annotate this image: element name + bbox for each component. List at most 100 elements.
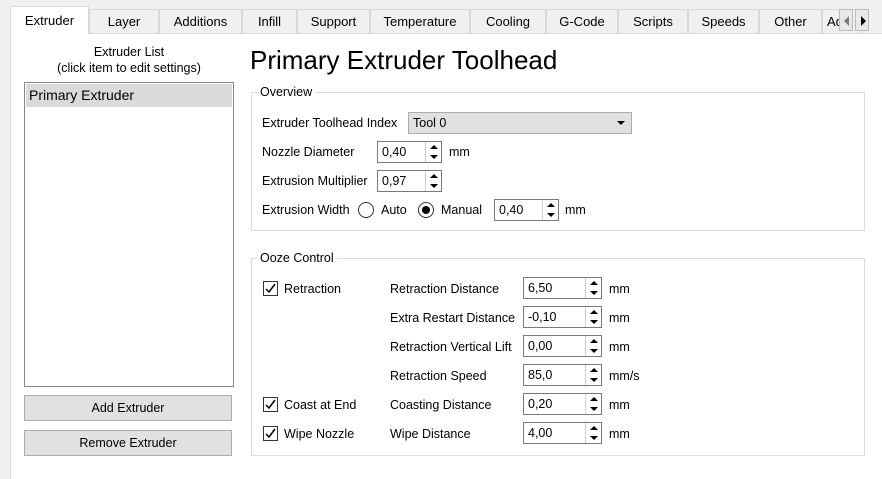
spin-down-icon — [430, 155, 438, 159]
extruder-list[interactable]: Primary Extruder — [24, 82, 234, 387]
ooze-control-group-title: Ooze Control — [257, 251, 337, 265]
tab-cooling[interactable]: Cooling — [470, 9, 546, 34]
spin-down-icon — [590, 407, 598, 411]
add-extruder-button[interactable]: Add Extruder — [24, 395, 232, 421]
retraction-vertical-lift-label: Retraction Vertical Lift — [390, 340, 512, 354]
wipe-distance-label: Wipe Distance — [390, 427, 471, 441]
dropdown-arrow-icon — [617, 121, 625, 125]
tab-support[interactable]: Support — [297, 9, 370, 34]
retraction-distance-unit: mm — [609, 282, 630, 296]
retraction-checkbox[interactable] — [263, 281, 278, 296]
coasting-distance-spinbox[interactable]: 0,20 — [523, 393, 602, 415]
retraction-distance-spinbox[interactable]: 6,50 — [523, 277, 602, 299]
retraction-speed-spinbox[interactable]: 85,0 — [523, 364, 602, 386]
extra-restart-distance-value: -0,10 — [528, 310, 557, 324]
extra-restart-distance-label: Extra Restart Distance — [390, 311, 516, 325]
extruder-list-heading-hint: (click item to edit settings) — [57, 61, 201, 75]
spin-buttons[interactable] — [585, 307, 601, 327]
spin-buttons[interactable] — [585, 278, 601, 298]
wipe-distance-unit: mm — [609, 427, 630, 441]
tab-g-code[interactable]: G-Code — [546, 9, 618, 34]
retraction-vertical-lift-spinbox[interactable]: 0,00 — [523, 335, 602, 357]
spin-buttons[interactable] — [585, 365, 601, 385]
chevron-right-icon — [861, 16, 866, 26]
tab-additions[interactable]: Additions — [159, 9, 242, 34]
toolhead-index-value: Tool 0 — [413, 116, 447, 130]
spin-down-icon — [590, 291, 598, 295]
checkmark-icon — [265, 283, 276, 294]
tab-scroll-left-button[interactable] — [839, 9, 853, 31]
wipe-nozzle-label: Wipe Nozzle — [284, 427, 355, 441]
retraction-vertical-lift-unit: mm — [609, 340, 630, 354]
retraction-speed-label: Retraction Speed — [390, 369, 487, 383]
extra-restart-distance-spinbox[interactable]: -0,10 — [523, 306, 602, 328]
spin-buttons[interactable] — [585, 394, 601, 414]
extrusion-multiplier-label: Extrusion Multiplier — [262, 174, 368, 188]
overview-group-title: Overview — [257, 85, 316, 99]
tab-infill[interactable]: Infill — [242, 9, 297, 34]
nozzle-diameter-value: 0,40 — [382, 145, 407, 159]
nozzle-diameter-unit: mm — [449, 145, 470, 159]
retraction-distance-label: Retraction Distance — [390, 282, 500, 296]
toolhead-index-select[interactable]: Tool 0 — [408, 112, 632, 134]
page-title: Primary Extruder Toolhead — [250, 45, 558, 75]
extrusion-multiplier-spinbox[interactable]: 0,97 — [377, 170, 442, 192]
spin-up-icon — [430, 145, 438, 149]
spin-down-icon — [590, 349, 598, 353]
wipe-distance-value: 4,00 — [528, 426, 553, 440]
retraction-speed-unit: mm/s — [609, 369, 640, 383]
wipe-distance-spinbox[interactable]: 4,00 — [523, 422, 602, 444]
tab-extruder[interactable]: Extruder — [10, 6, 89, 34]
coasting-distance-label: Coasting Distance — [390, 398, 492, 412]
checkmark-icon — [265, 428, 276, 439]
spin-down-icon — [590, 320, 598, 324]
remove-extruder-button[interactable]: Remove Extruder — [24, 430, 232, 456]
retraction-label: Retraction — [284, 282, 341, 296]
spin-down-icon — [590, 378, 598, 382]
spin-up-icon — [590, 397, 598, 401]
coast-at-end-checkbox[interactable] — [263, 397, 278, 412]
spin-up-icon — [590, 310, 598, 314]
tab-temperature[interactable]: Temperature — [370, 9, 470, 34]
spin-up-icon — [590, 339, 598, 343]
extrusion-width-unit: mm — [565, 203, 586, 217]
spin-buttons[interactable] — [542, 200, 558, 220]
extrusion-width-spinbox[interactable]: 0,40 — [494, 199, 559, 221]
extra-restart-distance-unit: mm — [609, 311, 630, 325]
extruder-list-heading: Extruder List (click item to edit settin… — [24, 44, 234, 76]
tab-other[interactable]: Other — [759, 9, 822, 34]
tab-scroll-right-button[interactable] — [855, 9, 869, 31]
retraction-speed-value: 85,0 — [528, 368, 553, 382]
list-item-primary-extruder[interactable]: Primary Extruder — [26, 84, 232, 107]
wipe-nozzle-checkbox[interactable] — [263, 426, 278, 441]
spin-up-icon — [547, 203, 555, 207]
extrusion-width-value: 0,40 — [499, 203, 524, 217]
spin-down-icon — [430, 184, 438, 188]
retraction-vertical-lift-value: 0,00 — [528, 339, 553, 353]
spin-buttons[interactable] — [585, 336, 601, 356]
spin-buttons[interactable] — [425, 142, 441, 162]
spin-down-icon — [547, 213, 555, 217]
tab-speeds[interactable]: Speeds — [688, 9, 759, 34]
spin-up-icon — [430, 174, 438, 178]
spin-buttons[interactable] — [585, 423, 601, 443]
spin-down-icon — [590, 436, 598, 440]
coasting-distance-value: 0,20 — [528, 397, 553, 411]
tab-scripts[interactable]: Scripts — [618, 9, 688, 34]
extrusion-multiplier-value: 0,97 — [382, 174, 407, 188]
extrusion-width-manual-radio[interactable] — [418, 202, 434, 218]
coast-at-end-label: Coast at End — [284, 398, 357, 412]
extruder-settings-page: Extruder List (click item to edit settin… — [10, 33, 882, 479]
spin-up-icon — [590, 426, 598, 430]
extrusion-width-manual-label: Manual — [441, 203, 482, 217]
nozzle-diameter-spinbox[interactable]: 0,40 — [377, 141, 442, 163]
nozzle-diameter-label: Nozzle Diameter — [262, 145, 355, 159]
spin-buttons[interactable] — [425, 171, 441, 191]
coasting-distance-unit: mm — [609, 398, 630, 412]
tab-layer[interactable]: Layer — [89, 9, 159, 34]
retraction-distance-value: 6,50 — [528, 281, 553, 295]
settings-tab-bar: Extruder Layer Additions Infill Support … — [10, 6, 882, 34]
spin-up-icon — [590, 281, 598, 285]
extruder-list-heading-title: Extruder List — [93, 45, 165, 59]
extrusion-width-auto-radio[interactable] — [358, 202, 374, 218]
